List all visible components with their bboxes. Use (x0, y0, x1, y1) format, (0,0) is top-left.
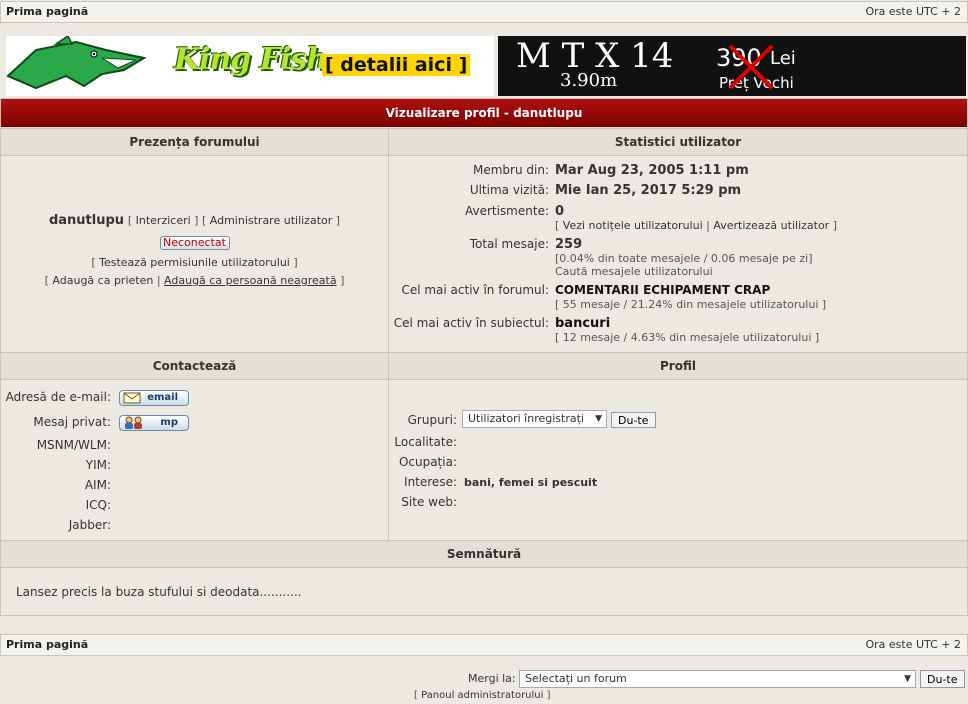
icq-label: ICQ: (85, 498, 111, 512)
bans-link[interactable]: Interziceri (136, 214, 191, 227)
interests-label: Interese: (404, 475, 457, 489)
profile-panel: Vizualizare profil - danutlupu Prezența … (0, 98, 968, 616)
home-link-bottom[interactable]: Prima pagină (6, 635, 88, 655)
warnings-value: 0 (555, 204, 565, 219)
shark-logo-icon (6, 36, 147, 90)
warnings-label: Avertismente: (464, 204, 549, 218)
contact-header: Contactează (1, 352, 388, 380)
signature-text: Lansez precis la buza stufului si deodat… (16, 585, 302, 599)
member-since-value: Mar Aug 23, 2005 1:11 pm (555, 163, 749, 178)
presence-block: danutlupu [ Interziceri ] [ Administrare… (44, 213, 345, 287)
forum-presence-header: Prezența forumului (1, 128, 388, 156)
username: danutlupu (48, 213, 125, 228)
envelope-icon (123, 392, 141, 404)
groups-go-button[interactable]: Du-te (611, 412, 656, 428)
active-topic-link[interactable]: bancuri (555, 316, 610, 331)
jabber-label: Jabber: (68, 518, 111, 532)
bottom-navbar: Prima pagină Ora este UTC + 2 (0, 634, 968, 656)
offline-status-badge: Neconectat (159, 236, 230, 250)
groups-select[interactable]: Utilizatori înregistrați ▼ (462, 410, 607, 428)
jump-forum-select[interactable]: Selectați un forum ▼ (519, 670, 916, 688)
groups-select-value: Utilizatori înregistrați (468, 412, 584, 425)
kingfish-logo: King Fish (174, 42, 328, 77)
pm-button-label: mp (160, 417, 178, 428)
banner-length: 3.90m (560, 70, 618, 91)
jump-select-value: Selectați un forum (525, 672, 627, 685)
view-notes-link[interactable]: Vezi notițele utilizatorului (563, 219, 703, 232)
add-foe-link[interactable]: Adaugă ca persoană neagreată (164, 274, 337, 287)
posts-detail: [0.04% din toate mesajele / 0.06 mesaje … (555, 252, 813, 265)
people-icon (125, 416, 142, 429)
page-title: Vizualizare profil - danutlupu (1, 99, 967, 127)
admin-user-link[interactable]: Administrare utilizator (210, 214, 333, 227)
email-label: Adresă de e-mail: (5, 390, 111, 404)
interests-value: bani, femei si pescuit (464, 476, 598, 489)
active-forum-link[interactable]: COMENTARII ECHIPAMENT CRAP (555, 283, 770, 297)
timezone-info: Ora este UTC + 2 (865, 5, 961, 18)
last-visit-value: Mie Ian 25, 2017 5:29 pm (555, 183, 742, 198)
pm-button[interactable]: mp (119, 415, 189, 431)
search-posts-link[interactable]: Caută mesajele utilizatorului (555, 265, 713, 278)
user-stats-header: Statistici utilizator (389, 128, 967, 156)
active-topic-label: Cel mai activ în subiectul: (393, 316, 549, 330)
mtx14-banner[interactable]: M T X 14 3.90m 390 Lei Preț Vechi (498, 36, 966, 96)
jump-label: Mergi la: (468, 672, 516, 685)
active-forum-detail: [ 55 mesaje / 21.24% din mesajele utiliz… (555, 298, 827, 311)
top-navbar: Prima pagină Ora este UTC + 2 (0, 1, 968, 23)
active-forum-label: Cel mai activ în forumul: (401, 283, 549, 297)
jump-go-button[interactable]: Du-te (920, 670, 965, 688)
timezone-info-bottom: Ora este UTC + 2 (865, 638, 961, 651)
warn-user-link[interactable]: Avertizează utilizator (713, 219, 829, 232)
profile-header: Profil (389, 352, 967, 380)
occupation-label: Ocupația: (398, 455, 457, 469)
home-link[interactable]: Prima pagină (6, 2, 88, 22)
pm-label: Mesaj privat: (33, 415, 111, 429)
admin-panel-link[interactable]: Panoul administratorului (421, 690, 543, 701)
email-button[interactable]: email (119, 390, 189, 406)
test-permissions-link[interactable]: Testează permisiunile utilizatorului (99, 256, 290, 269)
email-button-label: email (147, 392, 178, 403)
groups-label: Grupuri: (407, 413, 457, 427)
signature-header: Semnătură (1, 540, 967, 568)
aim-label: AIM: (84, 478, 111, 492)
member-since-label: Membru din: (473, 163, 549, 177)
cross-out-icon (728, 44, 774, 90)
msnm-label: MSNM/WLM: (36, 438, 111, 452)
yim-label: YIM: (85, 458, 111, 472)
kingfish-banner[interactable]: King Fish [ detalii aici ] (6, 36, 494, 96)
chevron-down-icon: ▼ (595, 414, 602, 424)
active-topic-detail: [ 12 mesaje / 4.63% din mesajele utiliza… (555, 331, 820, 344)
total-posts-label: Total mesaje: (469, 237, 549, 251)
total-posts-value: 259 (555, 237, 583, 252)
details-link[interactable]: [ detalii aici ] (322, 54, 471, 76)
chevron-down-icon: ▼ (904, 674, 911, 684)
last-visit-label: Ultima vizită: (469, 183, 549, 197)
warnings-actions: [ Vezi notițele utilizatorului | Avertiz… (555, 219, 838, 232)
add-friend-link[interactable]: Adaugă ca prieten (52, 274, 153, 287)
location-label: Localitate: (394, 435, 457, 449)
admin-panel-link-wrap: [ Panoul administratorului ] (414, 690, 551, 701)
website-label: Site web: (401, 495, 457, 509)
